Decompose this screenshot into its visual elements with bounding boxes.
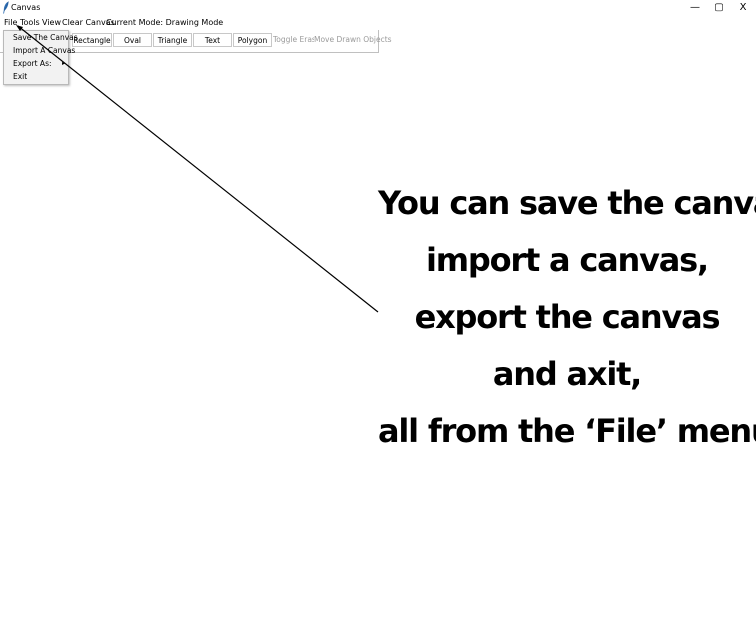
menu-item-exit[interactable]: Exit	[13, 72, 27, 82]
menu-file[interactable]: File	[4, 17, 17, 28]
annotation-line-1: You can save the canvas,	[378, 184, 756, 222]
window-title: Canvas	[11, 3, 41, 12]
text-button[interactable]: Text	[193, 33, 232, 47]
menu-item-import-canvas[interactable]: Import A Canvas	[13, 46, 75, 56]
menu-item-save-canvas[interactable]: Save The Canvas	[13, 33, 78, 43]
annotation-line-4: and axit,	[492, 355, 642, 393]
annotation-line-3: export the canvas	[414, 298, 721, 336]
maximize-button[interactable]: ▢	[707, 0, 731, 16]
title-bar: Canvas — ▢ X	[0, 0, 756, 16]
triangle-button[interactable]: Triangle	[153, 33, 192, 47]
app-window: Canvas — ▢ X File Tools View Clear Canva…	[0, 0, 756, 627]
polygon-button[interactable]: Polygon	[233, 33, 272, 47]
close-button[interactable]: X	[731, 0, 755, 16]
menu-item-export-as[interactable]: Export As:	[13, 59, 52, 69]
menu-view[interactable]: View	[42, 17, 61, 28]
menu-current-mode[interactable]: Current Mode: Drawing Mode	[106, 17, 223, 28]
move-drawn-objects-button[interactable]: Move Drawn Objects	[314, 33, 392, 47]
rectangle-button[interactable]: Rectangle	[72, 33, 112, 47]
annotation-arrow-line	[17, 25, 379, 313]
file-dropdown-menu: Save The Canvas Import A Canvas Export A…	[3, 30, 78, 85]
menu-tools[interactable]: Tools	[20, 17, 40, 28]
submenu-arrow-icon: ▸	[62, 60, 66, 67]
annotation-line-5: all from the ‘File’ menu	[378, 412, 756, 450]
minimize-button[interactable]: —	[683, 0, 707, 16]
toggle-eraser-button[interactable]: Toggle Eraser	[273, 33, 324, 47]
annotation-line-2: import a canvas,	[426, 241, 709, 279]
feather-icon	[3, 1, 9, 14]
oval-button[interactable]: Oval	[113, 33, 152, 47]
annotation-callout: You can save the canvas, import a canvas…	[378, 175, 756, 460]
menu-bar: File Tools View Clear Canvas Current Mod…	[0, 16, 756, 29]
